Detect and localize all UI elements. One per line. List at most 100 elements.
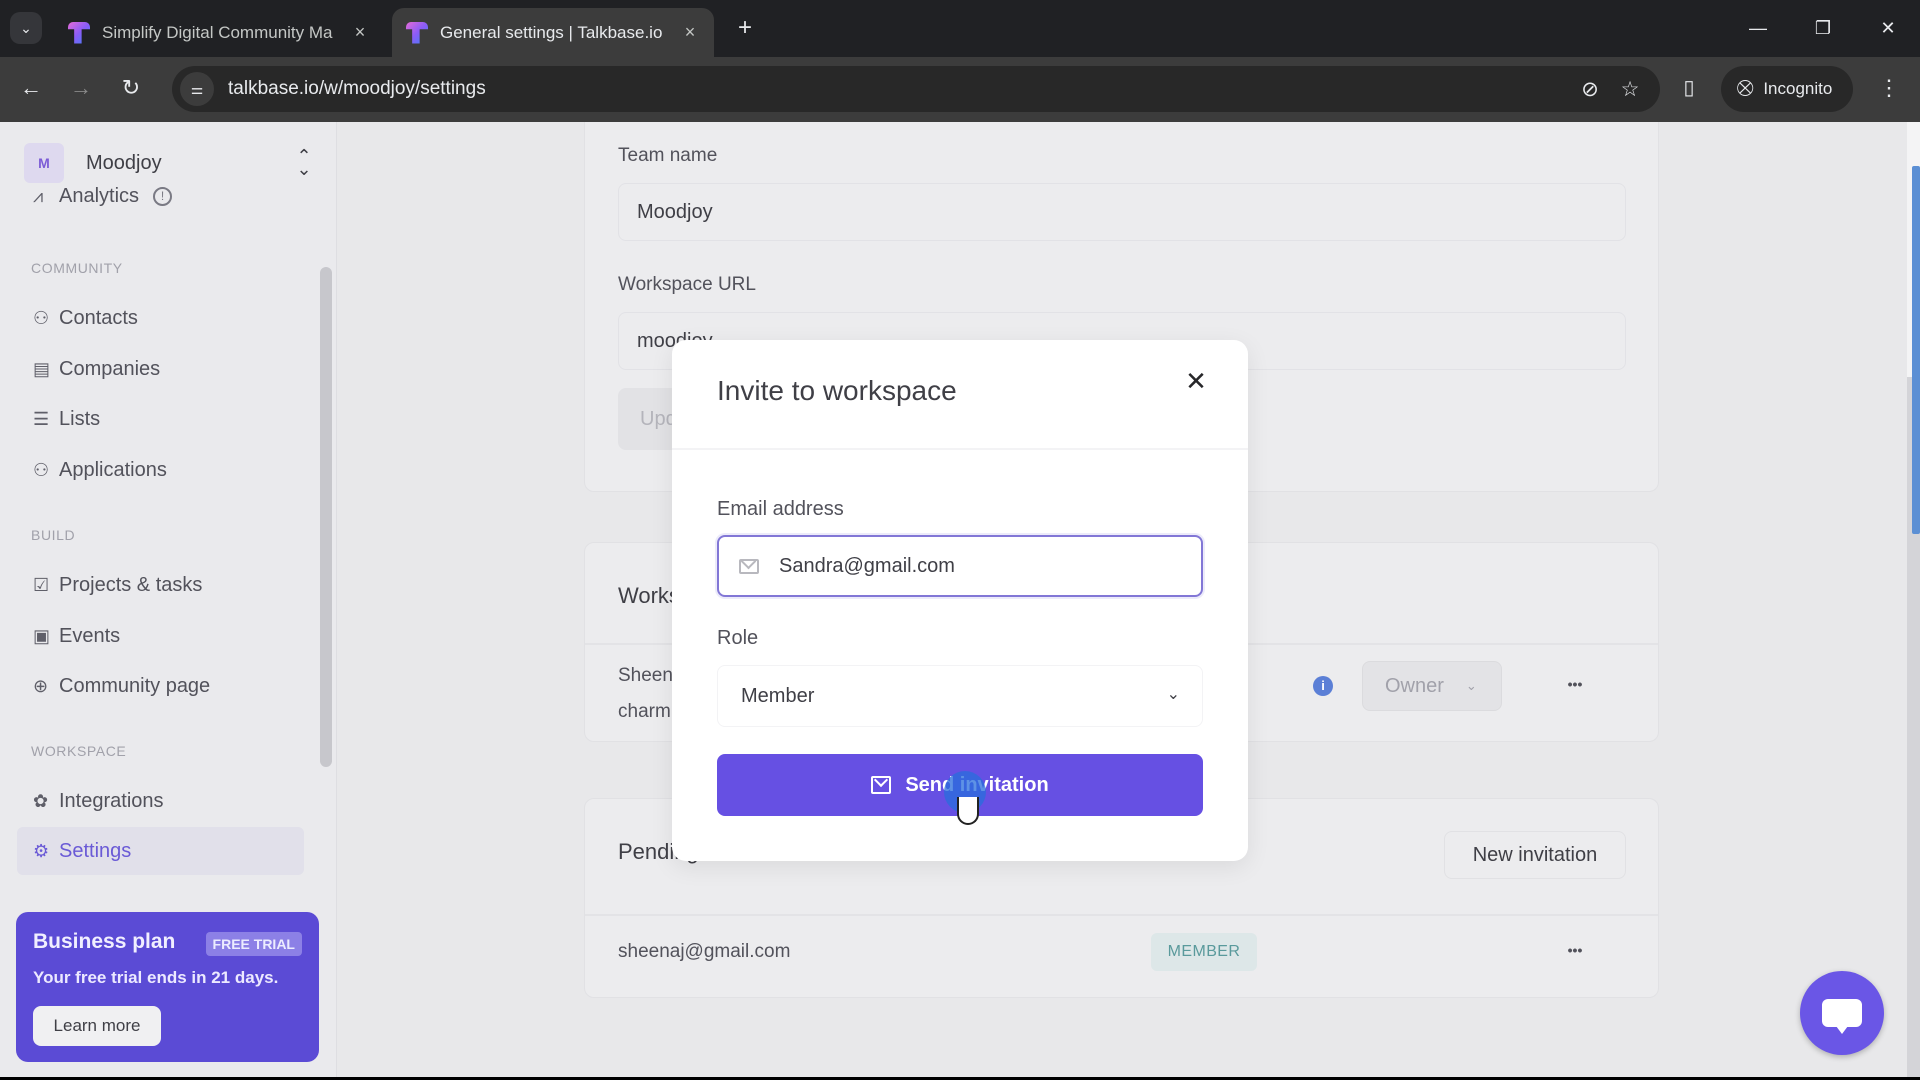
chevron-down-icon: ⌄: [1166, 686, 1180, 703]
sidebar-item-label: Applications: [59, 458, 167, 481]
divider: [585, 914, 1658, 916]
plan-card: Business plan FREE TRIAL Your free trial…: [16, 912, 319, 1062]
sidebar-item-lists[interactable]: ☰ Lists: [17, 395, 304, 443]
talkbase-favicon-icon: [406, 21, 428, 44]
eye-off-icon[interactable]: ⊘: [1570, 77, 1610, 102]
role-badge: MEMBER: [1151, 933, 1257, 971]
sidebar-item-label: Projects & tasks: [59, 573, 203, 596]
sidebar: M Moodjoy ⌃ ⌄ ⩘ Analytics ! COMMUNITY ⚇ C…: [0, 122, 337, 1077]
url-text[interactable]: talkbase.io/w/moodjoy/settings: [228, 78, 1570, 100]
puzzle-icon: ✿: [33, 790, 49, 811]
workspace-avatar: M: [24, 143, 64, 183]
browser-tab[interactable]: Simplify Digital Community Ma ×: [54, 8, 384, 57]
role-label: Role: [717, 627, 759, 649]
pending-more-options-icon[interactable]: •••: [1558, 935, 1592, 969]
plan-description: Your free trial ends in 21 days.: [33, 968, 279, 987]
member-role-select[interactable]: Owner ⌄: [1362, 661, 1502, 711]
restore-icon[interactable]: ❐: [1805, 12, 1841, 44]
sidebar-item-contacts[interactable]: ⚇ Contacts: [17, 294, 304, 342]
divider: [672, 448, 1248, 450]
sidebar-item-label: Community page: [59, 674, 211, 697]
globe-icon: ⊕: [33, 675, 49, 696]
calendar-icon: ▣: [33, 625, 51, 646]
section-title-build: BUILD: [31, 527, 76, 543]
incognito-icon: ⛒: [1737, 80, 1754, 97]
chevron-up-down-icon: ⌃ ⌄: [296, 146, 312, 179]
role-value: Owner: [1385, 674, 1444, 697]
close-tab-icon[interactable]: ×: [350, 22, 370, 43]
page-scrollbar-thumb[interactable]: [1912, 166, 1920, 534]
address-bar[interactable]: ⚌ talkbase.io/w/moodjoy/settings ⊘ ☆: [172, 66, 1660, 112]
sidebar-nav: ⩘ Analytics ! COMMUNITY ⚇ Contacts ▤ Com…: [0, 184, 320, 1004]
incognito-indicator[interactable]: ⛒ Incognito: [1721, 66, 1853, 112]
sidebar-item-label: Integrations: [59, 789, 164, 812]
talkbase-favicon-icon: [68, 21, 90, 44]
section-title-workspace: WORKSPACE: [31, 743, 127, 759]
member-email: charm: [618, 701, 671, 722]
bookmark-star-icon[interactable]: ☆: [1610, 77, 1650, 102]
sidebar-item-companies[interactable]: ▤ Companies: [17, 345, 304, 393]
member-more-options-icon[interactable]: •••: [1558, 669, 1592, 703]
info-icon[interactable]: i: [1313, 676, 1333, 696]
tab-title: General settings | Talkbase.io: [440, 22, 663, 42]
new-tab-button[interactable]: +: [732, 14, 758, 42]
checkbox-icon: ☑: [33, 574, 50, 595]
hand-cursor-icon: [957, 797, 979, 825]
modal-title: Invite to workspace: [717, 375, 957, 406]
sidebar-item-label: Lists: [59, 407, 101, 430]
email-label: Email address: [717, 498, 844, 520]
browser-toolbar: ← → ↻ ⚌ talkbase.io/w/moodjoy/settings ⊘…: [0, 57, 1920, 122]
chat-icon: [1822, 999, 1862, 1034]
sidebar-item-analytics[interactable]: ⩘ Analytics !: [17, 184, 304, 212]
user-plus-icon: ⚇: [33, 459, 50, 480]
tab-title: Simplify Digital Community Ma: [102, 22, 333, 42]
role-select-value: Member: [741, 684, 815, 707]
sidebar-item-projects-tasks[interactable]: ☑ Projects & tasks: [17, 561, 304, 609]
chat-support-button[interactable]: [1800, 971, 1884, 1055]
tab-search-button[interactable]: ⌄: [10, 12, 42, 44]
sidebar-item-applications[interactable]: ⚇ Applications: [17, 446, 304, 494]
sidebar-item-label: Events: [59, 624, 121, 647]
chevron-down-icon: ⌄: [1465, 678, 1477, 693]
minimize-icon[interactable]: —: [1740, 12, 1776, 44]
team-name-input[interactable]: Moodjoy: [618, 183, 1626, 241]
reload-icon[interactable]: ↻: [114, 71, 148, 105]
sidebar-item-label: Analytics: [59, 184, 140, 207]
close-tab-icon[interactable]: ×: [680, 22, 700, 43]
mail-icon: [739, 558, 759, 574]
email-field[interactable]: [717, 535, 1203, 597]
chevron-down-icon: ⌄: [20, 19, 32, 36]
workspace-name: Moodjoy: [86, 151, 162, 174]
users-icon: ⚇: [33, 307, 50, 328]
new-invitation-button[interactable]: New invitation: [1444, 831, 1626, 879]
browser-tab-bar: ⌄ Simplify Digital Community Ma × Genera…: [0, 0, 1920, 57]
pending-email: sheenaj@gmail.com: [618, 941, 791, 962]
incognito-label: Incognito: [1763, 79, 1833, 98]
gear-icon: ⚙: [33, 840, 50, 861]
browser-menu-icon[interactable]: ⋮: [1874, 71, 1904, 105]
section-title-community: COMMUNITY: [31, 260, 123, 276]
role-select[interactable]: Member ⌄: [717, 665, 1203, 727]
sidebar-item-community-page[interactable]: ⊕ Community page: [17, 662, 304, 710]
sidebar-item-settings[interactable]: ⚙ Settings: [17, 827, 304, 875]
chart-icon: ⩘: [33, 185, 44, 206]
side-panel-icon[interactable]: ▯: [1674, 71, 1704, 105]
site-info-icon[interactable]: ⚌: [180, 72, 214, 106]
sidebar-item-events[interactable]: ▣ Events: [17, 612, 304, 660]
sidebar-item-label: Companies: [59, 357, 161, 380]
browser-tab-active[interactable]: General settings | Talkbase.io ×: [392, 8, 714, 57]
sidebar-item-label: Contacts: [59, 306, 138, 329]
team-name-label: Team name: [618, 145, 718, 166]
close-icon[interactable]: ✕: [1182, 368, 1210, 396]
building-icon: ▤: [33, 358, 51, 379]
workspace-switcher[interactable]: M Moodjoy ⌃ ⌄: [24, 142, 316, 184]
email-input[interactable]: [779, 554, 1179, 578]
workspace-url-label: Workspace URL: [618, 274, 756, 295]
learn-more-button[interactable]: Learn more: [33, 1006, 161, 1046]
window-close-icon[interactable]: ✕: [1870, 12, 1906, 44]
sidebar-scrollbar[interactable]: [320, 267, 332, 767]
back-icon[interactable]: ←: [14, 71, 48, 105]
sidebar-item-integrations[interactable]: ✿ Integrations: [17, 777, 304, 825]
send-mail-icon: [871, 776, 892, 794]
forward-icon[interactable]: →: [64, 71, 98, 105]
